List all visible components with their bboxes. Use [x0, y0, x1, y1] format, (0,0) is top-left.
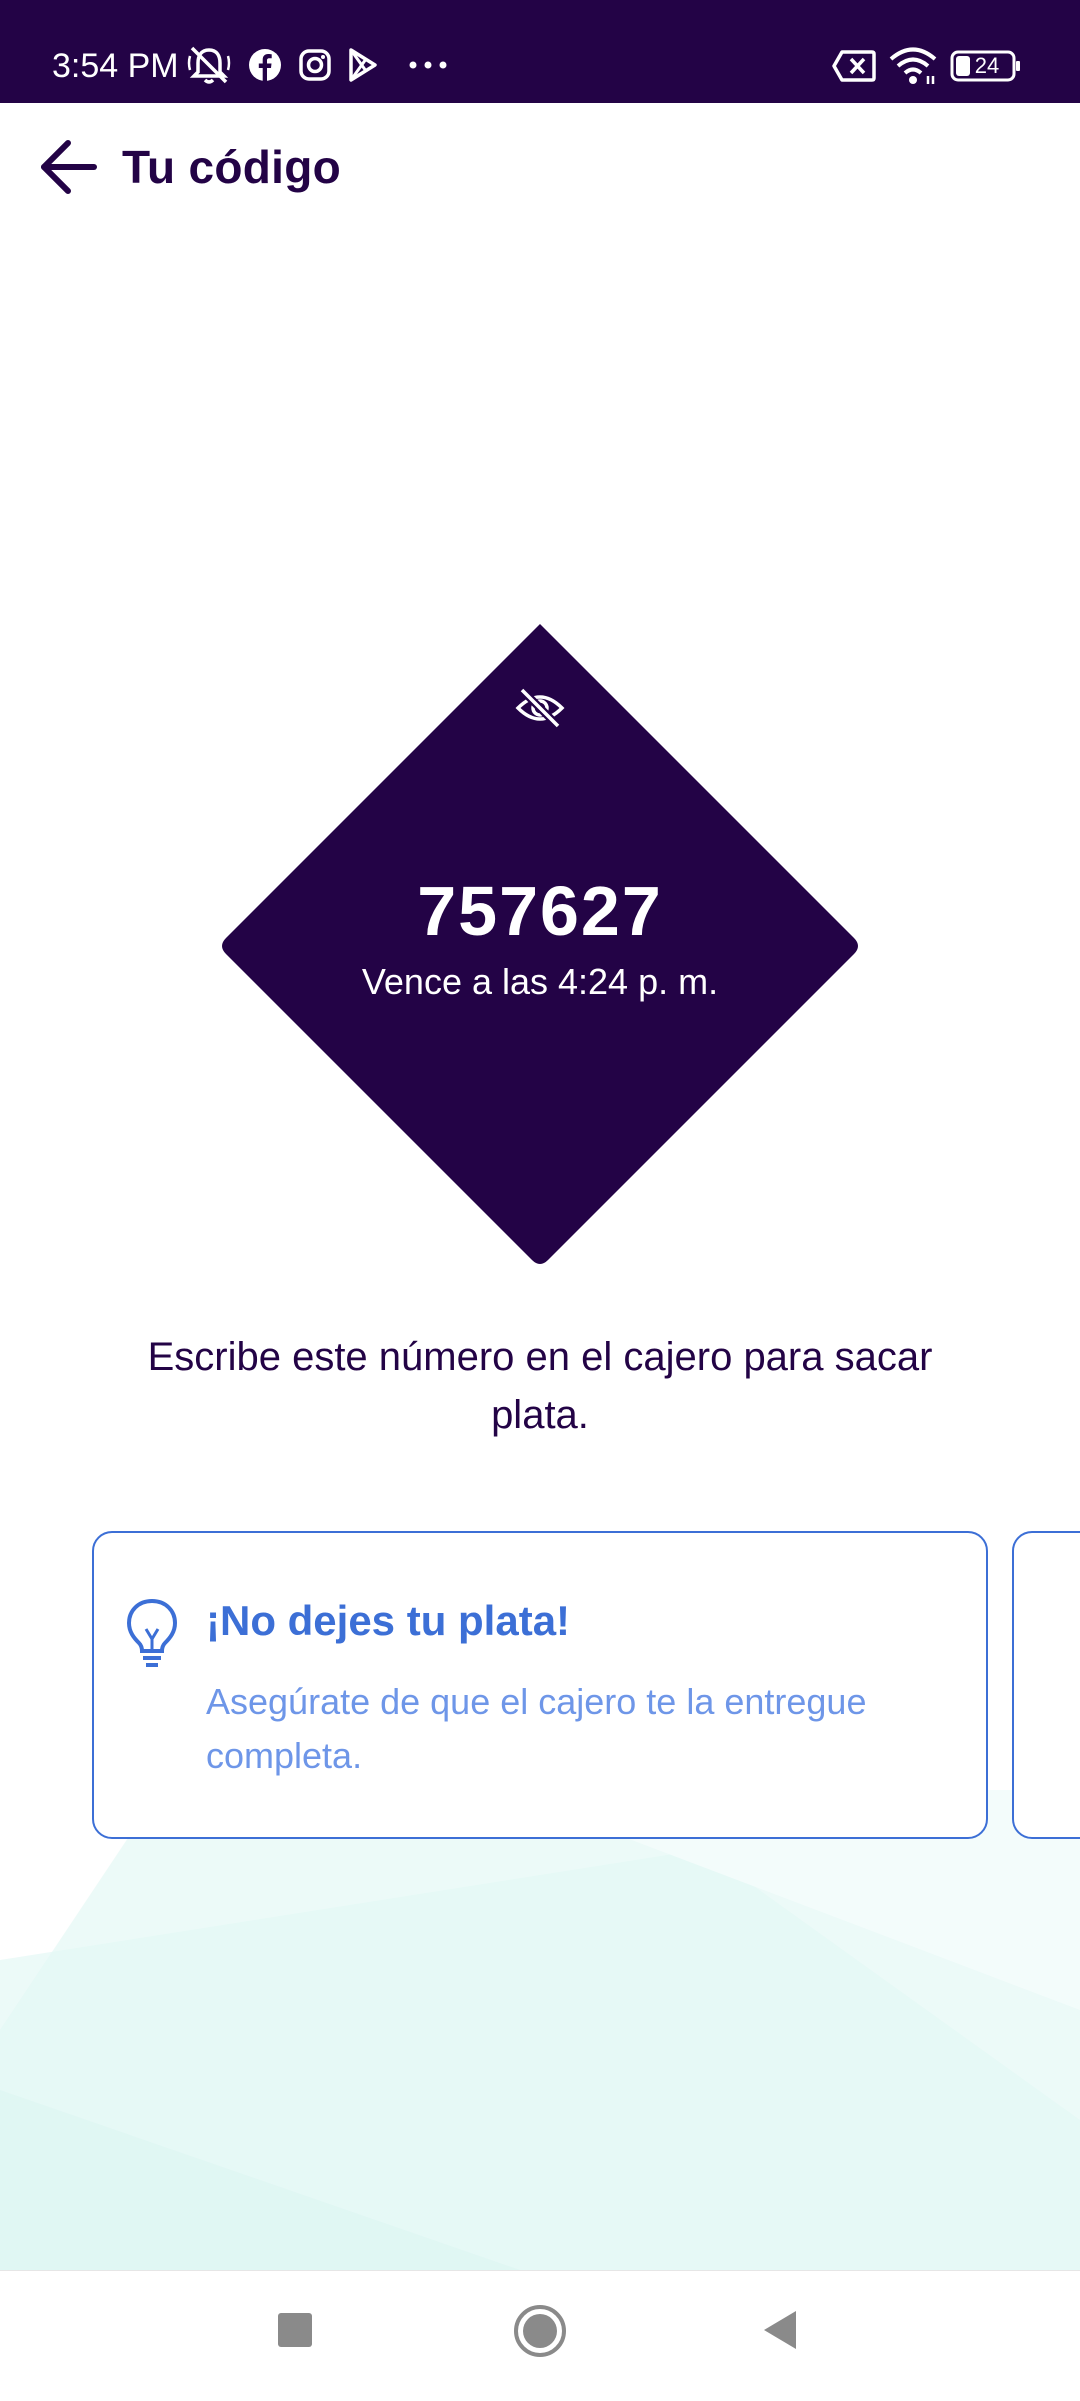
app-header: Tu código — [0, 103, 1080, 225]
no-sim-icon — [832, 50, 876, 82]
back-button[interactable] — [32, 131, 104, 203]
instruction-text: Escribe este número en el cajero para sa… — [147, 1335, 933, 1437]
arrow-left-icon — [41, 140, 97, 194]
code-expiry: Vence a las 4:24 p. m. — [361, 961, 719, 1002]
tip-title: ¡No dejes tu plata! — [206, 1597, 571, 1644]
tip-body: Asegúrate de que el cajero te la entregu… — [206, 1681, 867, 1776]
navigation-bar — [0, 2270, 1080, 2401]
facebook-icon — [249, 49, 281, 81]
hide-code-button[interactable] — [512, 680, 568, 736]
mute-icon — [187, 46, 231, 84]
system-back-button[interactable] — [756, 2305, 806, 2355]
battery-level: 24 — [974, 53, 1000, 78]
next-tip-card[interactable] — [1012, 1531, 1080, 1839]
recents-button[interactable] — [270, 2305, 320, 2355]
background-decoration — [0, 1790, 1080, 2270]
wifi-icon — [889, 47, 937, 84]
atm-code: 757627 — [417, 872, 663, 950]
home-button[interactable] — [510, 2301, 570, 2361]
instagram-icon — [299, 49, 331, 81]
status-bar: 3:54 PM 24 — [0, 0, 1080, 103]
status-time: 3:54 PM — [52, 47, 179, 85]
home-circle-icon — [514, 2305, 566, 2357]
tip-card: ¡No dejes tu plata! Asegúrate de que el … — [92, 1531, 988, 1839]
eye-off-icon — [515, 687, 565, 729]
back-triangle-icon — [764, 2311, 796, 2349]
lightbulb-icon — [126, 1598, 178, 1667]
recents-square-icon — [278, 2313, 312, 2347]
page-title: Tu código — [122, 141, 342, 193]
more-icon — [409, 61, 447, 69]
play-store-icon — [349, 48, 377, 82]
